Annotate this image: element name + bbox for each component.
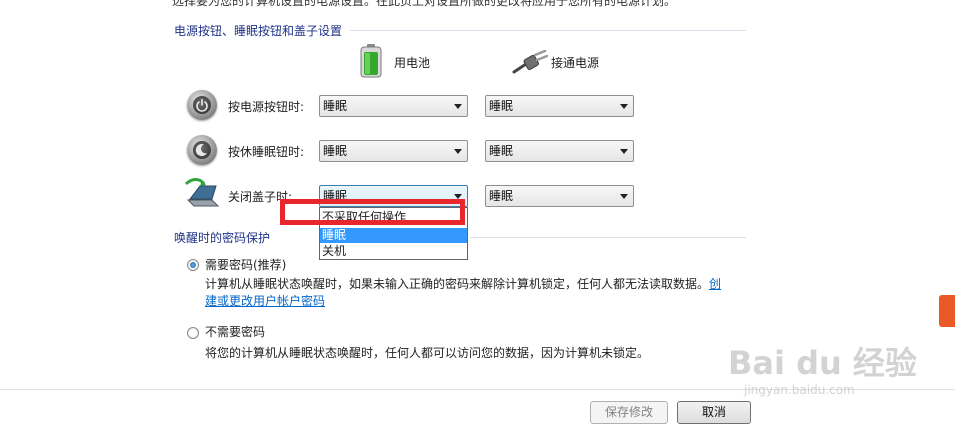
power-button-plugged-select[interactable]: 睡眠 — [485, 95, 634, 117]
lid-plugged-value: 睡眠 — [489, 189, 514, 203]
power-button-icon — [187, 90, 217, 120]
battery-icon — [360, 44, 382, 78]
create-password-link-part1[interactable]: 创 — [709, 277, 721, 291]
lid-plugged-select[interactable]: 睡眠 — [485, 185, 634, 207]
dropdown-option-selected[interactable]: 睡眠 — [320, 228, 467, 243]
no-password-label[interactable]: 不需要密码 — [205, 323, 265, 340]
save-button[interactable]: 保存修改 — [590, 401, 668, 424]
chevron-down-icon — [620, 149, 628, 154]
require-password-radio[interactable] — [187, 259, 199, 271]
buttons-section-title: 电源按钮、睡眠按钮和盖子设置 — [174, 24, 343, 38]
power-button-plugged-value: 睡眠 — [489, 99, 514, 113]
sleep-button-label: 按休睡眠钮时: — [228, 145, 305, 159]
chevron-down-icon — [454, 104, 462, 109]
chevron-down-icon — [454, 149, 462, 154]
power-button-battery-select[interactable]: 睡眠 — [319, 95, 468, 117]
require-password-description: 计算机从睡眠状态唤醒时，如果未输入正确的密码来解除计算机锁定，任何人都无法读取数… — [205, 275, 721, 292]
sleep-button-icon — [187, 135, 217, 165]
password-section-title: 唤醒时的密码保护 — [174, 231, 271, 245]
section-divider — [470, 237, 746, 238]
highlight-box — [280, 199, 465, 225]
no-password-description: 将您的计算机从睡眠状态唤醒时，任何人都可以访问您的数据，因为计算机未锁定。 — [205, 346, 650, 360]
plugged-column-header: 接通电源 — [551, 56, 600, 70]
chevron-down-icon — [620, 104, 628, 109]
watermark-url: jingyan.baidu.com — [744, 383, 855, 397]
require-password-desc-text: 计算机从睡眠状态唤醒时，如果未输入正确的密码来解除计算机锁定，任何人都无法读取数… — [205, 277, 710, 291]
intro-text: 选择要为您的计算机设置的电源设置。在此页上对设置所做的更改将应用于您所有的电源计… — [172, 0, 677, 8]
sleep-button-plugged-select[interactable]: 睡眠 — [485, 140, 634, 162]
laptop-lid-icon — [184, 178, 222, 208]
battery-column-header: 用电池 — [394, 56, 431, 70]
create-password-link[interactable]: 建或更改用户帐户密码 — [205, 292, 325, 309]
power-button-battery-value: 睡眠 — [323, 99, 348, 113]
cancel-button[interactable]: 取消 — [677, 401, 751, 424]
power-plug-icon — [512, 49, 549, 76]
side-logo-icon — [939, 295, 955, 327]
power-button-label: 按电源按钮时: — [228, 100, 305, 114]
sleep-button-battery-select[interactable]: 睡眠 — [319, 140, 468, 162]
sleep-button-battery-value: 睡眠 — [323, 144, 348, 158]
chevron-down-icon — [620, 194, 628, 199]
sleep-button-plugged-value: 睡眠 — [489, 144, 514, 158]
dropdown-option[interactable]: 关机 — [320, 244, 467, 259]
section-divider — [350, 30, 746, 31]
watermark-brand: Bai du 经验 — [728, 344, 917, 382]
require-password-label[interactable]: 需要密码(推荐) — [205, 256, 286, 273]
no-password-radio[interactable] — [187, 327, 199, 339]
